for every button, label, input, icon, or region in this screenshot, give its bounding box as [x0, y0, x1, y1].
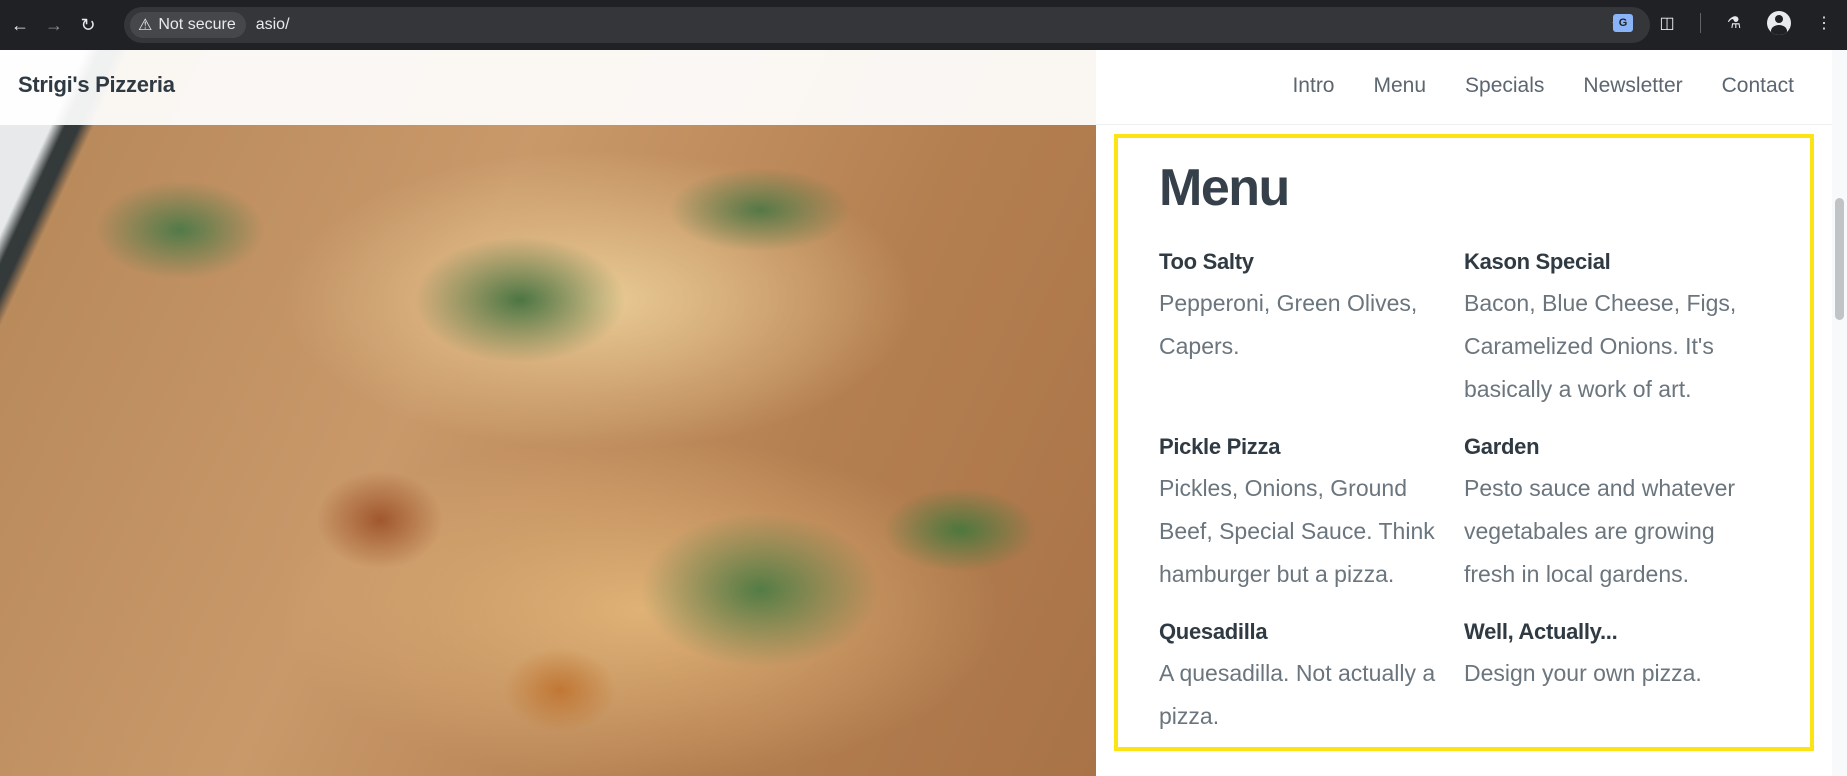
menu-item: Kason Special Bacon, Blue Cheese, Figs, …	[1464, 248, 1769, 411]
menu-grid: Too Salty Pepperoni, Green Olives, Caper…	[1159, 248, 1769, 738]
site-brand[interactable]: Strigi's Pizzeria	[18, 72, 175, 98]
menu-item: Pickle Pizza Pickles, Onions, Ground Bee…	[1159, 433, 1464, 596]
page-viewport: Strigi's Pizzeria Intro Menu Specials Ne…	[0, 50, 1847, 776]
menu-item: Well, Actually... Design your own pizza.	[1464, 618, 1769, 738]
translate-icon[interactable]: G	[1612, 12, 1634, 34]
toolbar-divider	[1700, 13, 1701, 33]
menu-item: Quesadilla A quesadilla. Not actually a …	[1159, 618, 1464, 738]
menu-item-desc: Design your own pizza.	[1464, 660, 1702, 686]
browser-toolbar: ← → ↻ ⚠ Not secure asio/ ☆ G ◫ ⚗ ⋮	[0, 0, 1847, 50]
menu-item-desc: Pesto sauce and whatever vegetabales are…	[1464, 475, 1736, 587]
menu-item-name: Well, Actually...	[1464, 619, 1618, 644]
extensions-puzzle-icon[interactable]: ◫	[1656, 12, 1678, 34]
url-text[interactable]: asio/	[256, 16, 290, 34]
site-nav: Intro Menu Specials Newsletter Contact	[1292, 74, 1794, 98]
security-chip[interactable]: ⚠ Not secure	[130, 12, 246, 38]
back-arrow-icon[interactable]: ←	[6, 11, 34, 39]
menu-item-name: Too Salty	[1159, 249, 1254, 274]
menu-item-desc: A quesadilla. Not actually a pizza.	[1159, 660, 1436, 729]
menu-title: Menu	[1159, 159, 1290, 217]
site-header: Strigi's Pizzeria Intro Menu Specials Ne…	[0, 50, 1832, 125]
profile-avatar-icon[interactable]	[1767, 11, 1791, 35]
forward-arrow-icon[interactable]: →	[40, 11, 68, 39]
menu-item-name: Pickle Pizza	[1159, 434, 1281, 459]
menu-item-desc: Bacon, Blue Cheese, Figs, Caramelized On…	[1464, 290, 1737, 402]
warning-icon: ⚠	[138, 17, 153, 34]
reload-icon[interactable]: ↻	[74, 11, 102, 39]
menu-item-desc: Pickles, Onions, Ground Beef, Special Sa…	[1159, 475, 1435, 587]
menu-item-name: Quesadilla	[1159, 619, 1268, 644]
nav-link-menu[interactable]: Menu	[1374, 74, 1427, 98]
nav-link-intro[interactable]: Intro	[1292, 74, 1334, 98]
security-label: Not secure	[158, 16, 236, 33]
nav-link-contact[interactable]: Contact	[1722, 74, 1794, 98]
scrollbar-thumb[interactable]	[1835, 198, 1844, 320]
more-menu-icon[interactable]: ⋮	[1813, 12, 1835, 34]
nav-link-specials[interactable]: Specials	[1465, 74, 1544, 98]
menu-item-desc: Pepperoni, Green Olives, Capers.	[1159, 290, 1418, 359]
menu-item-name: Kason Special	[1464, 249, 1611, 274]
pizza-hero-image	[0, 50, 1096, 776]
page-scrollbar[interactable]	[1832, 50, 1847, 776]
menu-item: Garden Pesto sauce and whatever vegetaba…	[1464, 433, 1769, 596]
nav-link-newsletter[interactable]: Newsletter	[1583, 74, 1682, 98]
address-bar[interactable]: ⚠ Not secure asio/ ☆	[124, 7, 1650, 43]
labs-flask-icon[interactable]: ⚗	[1723, 12, 1745, 34]
menu-item: Too Salty Pepperoni, Green Olives, Caper…	[1159, 248, 1464, 411]
menu-item-name: Garden	[1464, 434, 1540, 459]
toolbar-actions: G ◫ ⚗ ⋮	[1612, 11, 1835, 35]
